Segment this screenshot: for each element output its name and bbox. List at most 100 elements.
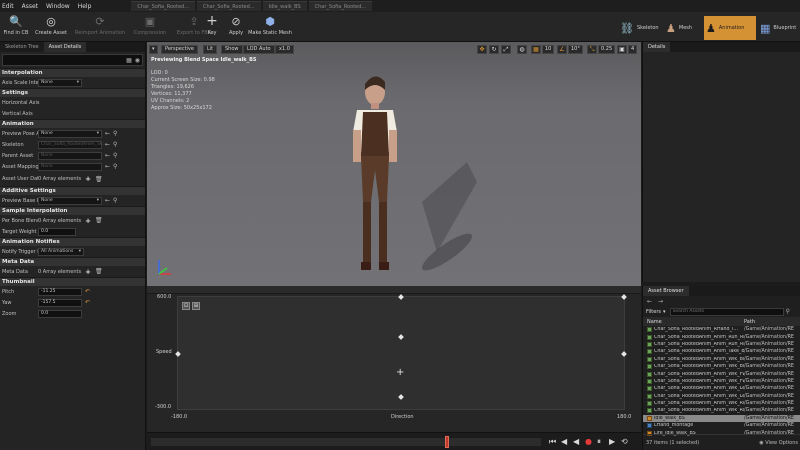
tab-skeleton-tree[interactable]: Skeleton Tree [0, 42, 44, 52]
section-additive[interactable]: Additive Settings [0, 186, 145, 195]
mode-animation-button[interactable]: ♟ Animation [704, 16, 756, 40]
details-search-input[interactable]: ▦ ◉ [2, 54, 143, 66]
sample-point[interactable] [621, 294, 627, 300]
preview-crosshair-icon[interactable]: + [396, 368, 404, 378]
reimport-animation-button[interactable]: ⟳ Reimport Animation [72, 14, 128, 40]
blendspace-grid[interactable]: ⊡ ⊞ + [175, 294, 627, 410]
rotation-snap-value[interactable]: 10° [568, 45, 583, 54]
skeleton-combo[interactable]: Char_Sofia_RootedAnim_Sk... [38, 140, 107, 149]
notify-trigger-combo[interactable]: All Animations ▾ [38, 247, 84, 256]
rotation-snap-icon[interactable]: ∠ [557, 45, 567, 54]
trash-icon[interactable]: 🗑 [95, 268, 103, 275]
timeline-bar[interactable]: ⏮ ◀ ◀ ● ⏸ ▶ ⟲ [147, 432, 641, 450]
arrow-left-icon[interactable]: ← [105, 197, 110, 204]
grid-snap-value[interactable]: 10 [542, 45, 555, 54]
tab-asset-details[interactable]: Asset Details [43, 42, 87, 52]
make-static-mesh-button[interactable]: ⬢ Make Static Mesh [248, 14, 292, 40]
tab-asset-browser[interactable]: Asset Browser [643, 286, 689, 296]
document-tab-4[interactable]: Char_Sofia_Rooted... [308, 1, 373, 11]
mode-mesh-button[interactable]: ♟ Mesh [666, 16, 702, 40]
trash-icon[interactable]: 🗑 [95, 176, 103, 183]
menu-asset[interactable]: Asset [20, 3, 44, 10]
asset-list-item[interactable]: Char_Sofia_RootedAnim_Anim_Wlk_Le.../Gam… [643, 393, 800, 400]
arrow-left-icon[interactable]: ← [105, 163, 110, 170]
row-vertical-axis[interactable]: Vertical Axis [0, 108, 145, 119]
asset-list-item[interactable]: Idle_walk_BS/Game/Animation/RE [643, 414, 800, 423]
arrow-left-icon[interactable]: ← [105, 141, 110, 148]
menu-window[interactable]: Window [44, 3, 76, 10]
perspective-button[interactable]: Perspective [161, 45, 198, 54]
asset-list-item[interactable]: Char_Sofia_RootedAnim_Anim_Wlk_Bc.../Gam… [643, 363, 800, 370]
search-icon[interactable]: ⚲ [113, 141, 117, 148]
character-preview[interactable] [327, 52, 487, 282]
mode-skeleton-button[interactable]: ⛓ Skeleton [620, 16, 664, 40]
find-in-cb-button[interactable]: 🔍 Find in CB [2, 14, 30, 40]
asset-list-item[interactable]: Char_Sofia_RootedAnim_Anim_Wlk_Bc.../Gam… [643, 356, 800, 363]
pitch-input[interactable]: -11.25 [38, 287, 82, 296]
menu-help[interactable]: Help [76, 3, 98, 10]
section-sample-interpolation[interactable]: Sample Interpolation [0, 206, 145, 215]
section-interpolation[interactable]: Interpolation [0, 68, 145, 77]
filters-button[interactable]: Filters [646, 309, 661, 315]
section-settings[interactable]: Settings [0, 88, 145, 97]
reset-icon[interactable]: ↶ [85, 288, 90, 295]
step-back-icon[interactable]: ◀ [561, 437, 567, 446]
menu-edit[interactable]: Edit [0, 3, 20, 10]
asset-list-item[interactable]: LHand_montage/Game/Animation/RE [643, 422, 800, 429]
asset-list-item[interactable]: Char_Sofia_RootedAnim_Anim_Wlk_Fw.../Gam… [643, 378, 800, 385]
play-reverse-icon[interactable]: ◀ [573, 437, 579, 446]
compression-button[interactable]: ▣ Compression [130, 14, 170, 40]
viewport-options-button[interactable]: ▾ [149, 45, 158, 54]
sample-point[interactable] [398, 394, 404, 400]
grid-snap-icon[interactable]: ▦ [531, 45, 541, 54]
column-path-header[interactable]: Path [744, 319, 755, 325]
forward-arrow-icon[interactable]: → [658, 298, 663, 305]
arrow-left-icon[interactable]: ← [105, 130, 110, 137]
preview-viewport[interactable]: ▾ Perspective Lit Show LOD Auto x1.0 ✥ ↻… [147, 42, 641, 286]
loop-icon[interactable]: ⟲ [621, 437, 628, 446]
skip-to-start-icon[interactable]: ⏮ [549, 437, 556, 447]
camera-speed-icon[interactable]: ▣ [617, 45, 627, 54]
camera-speed-value[interactable]: 4 [628, 45, 638, 54]
record-icon[interactable]: ● [585, 437, 592, 446]
world-space-icon[interactable]: ◍ [517, 45, 527, 54]
asset-list-item[interactable]: Char_Sofia_RootedAnim_Anim_Wlk_Ri.../Gam… [643, 407, 800, 414]
fit-view-icon[interactable]: ⊡ [182, 302, 190, 310]
arrow-left-icon[interactable]: ← [105, 152, 110, 159]
reset-icon[interactable]: ↶ [85, 299, 90, 306]
scale-snap-value[interactable]: 0.25 [598, 45, 616, 54]
timeline-scrubber[interactable] [445, 436, 449, 448]
view-options-button[interactable]: ◉ View Options [759, 440, 798, 446]
asset-search-input[interactable] [669, 307, 784, 316]
step-forward-icon[interactable]: ▶ [609, 437, 615, 446]
mode-blueprint-button[interactable]: ▦ Blueprint [760, 16, 800, 40]
lod-auto-button[interactable]: LOD Auto [243, 45, 275, 54]
add-element-icon[interactable]: + [85, 175, 91, 183]
back-arrow-icon[interactable]: ← [647, 298, 652, 305]
search-icon[interactable]: ⚲ [113, 130, 117, 137]
document-tab-3[interactable]: Idle_walk_BS [262, 1, 307, 11]
eye-icon[interactable]: ◉ [135, 57, 140, 64]
key-button[interactable]: + Key [202, 13, 222, 40]
sample-point[interactable] [398, 334, 404, 340]
show-button[interactable]: Show [221, 45, 243, 54]
axis-scale-combo[interactable]: None ▾ [38, 78, 82, 87]
column-name-header[interactable]: Name [643, 319, 744, 325]
asset-mapping-combo[interactable]: None [38, 162, 102, 171]
sample-point[interactable] [175, 351, 181, 357]
section-animation[interactable]: Animation [0, 119, 145, 128]
grid-view-icon[interactable]: ▦ [126, 57, 132, 64]
search-icon[interactable]: ⚲ [113, 152, 117, 159]
timeline-track[interactable] [151, 438, 541, 446]
asset-list-item[interactable]: Char_Sofia_RootedAnim_Anim_Wlk_Le.../Gam… [643, 385, 800, 392]
search-icon[interactable]: ⚲ [113, 197, 117, 204]
trash-icon[interactable]: 🗑 [95, 217, 103, 224]
apply-button[interactable]: ⊘ Apply [226, 14, 246, 40]
preview-base-pose-combo[interactable]: None ▾ [38, 196, 102, 205]
sample-point[interactable] [398, 294, 404, 300]
section-animation-notifies[interactable]: Animation Notifies [0, 237, 145, 246]
zoom-input[interactable]: 0.0 [38, 309, 82, 318]
target-weight-input[interactable]: 0.0 [38, 227, 76, 236]
preview-pose-combo[interactable]: None ▾ [38, 129, 102, 138]
section-meta-data[interactable]: Meta Data [0, 257, 145, 266]
